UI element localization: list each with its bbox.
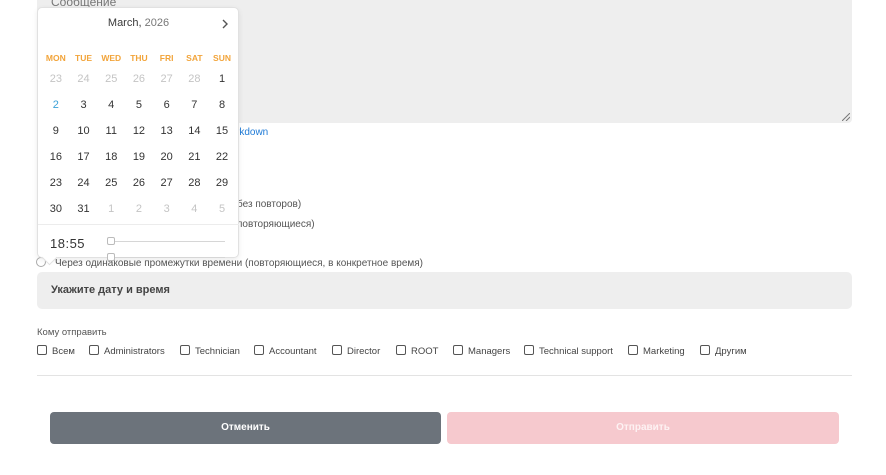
calendar-day[interactable]: 12: [125, 124, 153, 150]
calendar-day[interactable]: 24: [70, 72, 98, 98]
recipient-other[interactable]: Другим: [700, 345, 747, 357]
calendar-day[interactable]: 20: [153, 150, 181, 176]
calendar-day[interactable]: 10: [70, 124, 98, 150]
calendar-day[interactable]: 25: [97, 72, 125, 98]
calendar-month: March,: [107, 17, 142, 29]
markdown-link[interactable]: rkdown: [236, 127, 268, 138]
calendar-day[interactable]: 7: [181, 98, 209, 124]
weekday-label: FRI: [159, 53, 174, 63]
calendar-day[interactable]: 23: [42, 176, 70, 202]
calendar-day[interactable]: 3: [70, 98, 98, 124]
checkbox[interactable]: [180, 345, 190, 355]
resize-handle-icon[interactable]: [842, 113, 850, 121]
calendar-day[interactable]: 24: [70, 176, 98, 202]
send-button[interactable]: Отправить: [447, 412, 839, 444]
calendar-day[interactable]: 17: [70, 150, 98, 176]
cancel-button[interactable]: Отменить: [50, 412, 441, 444]
date-picker-popup: March, 2026 MON TUE WED THU FRI SAT SUN 23 24 25…: [37, 7, 239, 261]
calendar-year[interactable]: 2026: [145, 17, 169, 29]
schedule-option-repeating[interactable]: повторяющиеся): [237, 219, 315, 230]
calendar-day[interactable]: 9: [42, 124, 70, 150]
checkbox[interactable]: [254, 345, 264, 355]
recipient-managers[interactable]: Managers: [453, 345, 510, 357]
checkbox[interactable]: [453, 345, 463, 355]
checkbox[interactable]: [700, 345, 710, 355]
calendar-day-today[interactable]: 2: [42, 98, 70, 124]
recipient-marketing[interactable]: Marketing: [628, 345, 685, 357]
calendar-day[interactable]: 22: [208, 150, 236, 176]
calendar-day[interactable]: 14: [181, 124, 209, 150]
calendar-day[interactable]: 26: [125, 72, 153, 98]
hour-slider-track[interactable]: [108, 241, 225, 242]
minute-slider-thumb[interactable]: [107, 253, 115, 261]
checkbox[interactable]: [37, 345, 47, 355]
calendar-day[interactable]: 19: [125, 150, 153, 176]
recipient-technical-support[interactable]: Technical support: [524, 345, 613, 357]
calendar-day[interactable]: 11: [97, 124, 125, 150]
calendar-divider: [38, 224, 239, 225]
recipient-accountant[interactable]: Accountant: [254, 345, 317, 357]
recipient-director[interactable]: Director: [332, 345, 380, 357]
checkbox[interactable]: [628, 345, 638, 355]
checkbox[interactable]: [89, 345, 99, 355]
calendar-day[interactable]: 1: [208, 72, 236, 98]
calendar-day[interactable]: 5: [125, 98, 153, 124]
calendar-day[interactable]: 6: [153, 98, 181, 124]
divider: [37, 375, 852, 376]
minute-slider-track[interactable]: [108, 257, 225, 258]
calendar-day[interactable]: 15: [208, 124, 236, 150]
weekday-label: THU: [130, 53, 148, 63]
hour-slider-thumb[interactable]: [107, 237, 115, 245]
calendar-day[interactable]: 28: [181, 176, 209, 202]
chevron-right-icon[interactable]: [218, 17, 232, 31]
calendar-day[interactable]: 29: [208, 176, 236, 202]
weekday-label: SUN: [213, 53, 231, 63]
calendar-day[interactable]: 28: [181, 72, 209, 98]
calendar-day[interactable]: 21: [181, 150, 209, 176]
calendar-day[interactable]: 26: [125, 176, 153, 202]
weekday-label: SAT: [186, 53, 203, 63]
calendar-day[interactable]: 4: [97, 98, 125, 124]
calendar-day[interactable]: 18: [97, 150, 125, 176]
checkbox[interactable]: [396, 345, 406, 355]
schedule-option-once[interactable]: без повторов): [237, 199, 301, 210]
weekday-label: TUE: [75, 53, 93, 63]
calendar-day[interactable]: 27: [153, 72, 181, 98]
checkbox[interactable]: [332, 345, 342, 355]
recipients-label: Кому отправить: [37, 327, 107, 338]
recipient-administrators[interactable]: Administrators: [89, 345, 165, 357]
calendar-day[interactable]: 27: [153, 176, 181, 202]
calendar-day[interactable]: 13: [153, 124, 181, 150]
calendar-day[interactable]: 16: [42, 150, 70, 176]
recipient-root[interactable]: ROOT: [396, 345, 438, 357]
calendar-day[interactable]: 25: [97, 176, 125, 202]
datetime-input[interactable]: Укажите дату и время: [37, 272, 852, 309]
checkbox[interactable]: [524, 345, 534, 355]
recipient-technician[interactable]: Technician: [180, 345, 240, 357]
recipient-all[interactable]: Всем: [37, 345, 75, 357]
weekday-label: MON: [45, 53, 66, 63]
weekday-label: WED: [101, 53, 122, 63]
calendar-day[interactable]: 23: [42, 72, 70, 98]
time-display: 18:55: [50, 236, 86, 251]
calendar-month-title: March, 2026: [38, 17, 239, 29]
calendar-day[interactable]: 8: [208, 98, 236, 124]
